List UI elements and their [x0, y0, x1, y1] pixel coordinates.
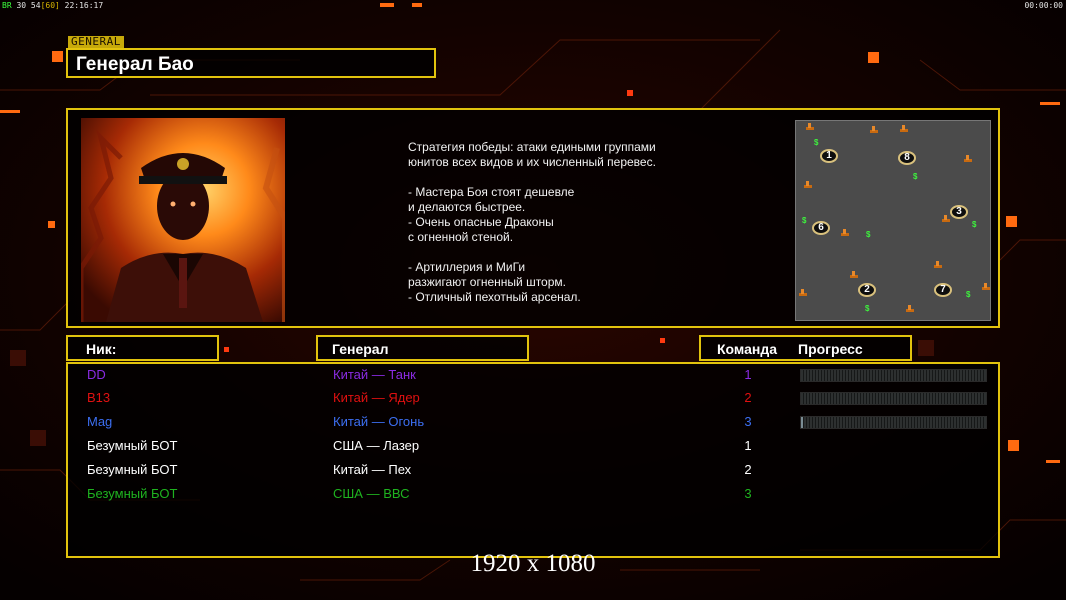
start-position[interactable]: 3: [950, 205, 968, 219]
player-general: США — Лазер: [333, 438, 420, 453]
player-nick: DD: [87, 367, 106, 382]
player-row[interactable]: Mag Китай — Огонь 3: [68, 412, 998, 432]
player-row[interactable]: DD Китай — Танк 1: [68, 365, 998, 385]
oil-derrick-icon: [870, 126, 878, 133]
general-description: Стратегия победы: атаки едиными группами…: [408, 140, 656, 304]
oil-derrick-icon: [900, 125, 908, 132]
loading-progress-bar: [800, 392, 987, 405]
general-tag: GENERAL: [68, 36, 124, 48]
oil-derrick-icon: [982, 283, 990, 290]
start-position[interactable]: 7: [934, 283, 952, 297]
player-team: 3: [744, 414, 752, 429]
map-preview[interactable]: 1 8 3 6 2 7 $ $ $ $ $ $ $: [795, 120, 991, 321]
start-position[interactable]: 8: [898, 151, 916, 165]
oil-derrick-icon: [841, 229, 849, 236]
oil-derrick-icon: [942, 215, 950, 222]
player-row[interactable]: Безумный БОТ США — ВВС 3: [68, 484, 998, 504]
supply-cash-icon: $: [966, 290, 971, 299]
loading-progress-bar: [800, 416, 987, 429]
player-nick: Безумный БОТ: [87, 462, 178, 477]
player-team: 3: [744, 486, 752, 501]
player-team: 1: [744, 438, 752, 453]
oil-derrick-icon: [964, 155, 972, 162]
column-header-general: Генерал: [316, 335, 529, 361]
player-team: 1: [744, 367, 752, 382]
player-general: Китай — Танк: [333, 367, 416, 382]
column-header-progress: Прогресс: [798, 341, 863, 357]
player-general: США — ВВС: [333, 486, 410, 501]
resolution-label: 1920 x 1080: [470, 550, 596, 577]
player-team: 2: [744, 462, 752, 477]
column-header-team-progress: Команда Прогресс: [699, 335, 912, 361]
oil-derrick-icon: [906, 305, 914, 312]
player-nick: B13: [87, 390, 111, 405]
start-position[interactable]: 6: [812, 221, 830, 235]
game-timer: 00:00:00: [1024, 1, 1063, 10]
supply-cash-icon: $: [802, 216, 807, 225]
supply-cash-icon: $: [814, 138, 819, 147]
player-row[interactable]: Безумный БОТ США — Лазер 1: [68, 436, 998, 456]
player-row[interactable]: B13 Китай — Ядер 2: [68, 388, 998, 408]
supply-cash-icon: $: [913, 172, 918, 181]
player-row[interactable]: Безумный БОТ Китай — Пех 2: [68, 460, 998, 480]
loading-progress-fill: [801, 417, 803, 428]
player-general: Китай — Пех: [333, 462, 412, 477]
general-name: Генерал Бао: [76, 54, 194, 75]
start-position[interactable]: 1: [820, 149, 838, 163]
players-list: DD Китай — Танк 1 B13 Китай — Ядер 2 Mag…: [66, 362, 1000, 558]
supply-cash-icon: $: [866, 230, 871, 239]
oil-derrick-icon: [799, 289, 807, 296]
oil-derrick-icon: [804, 181, 812, 188]
oil-derrick-icon: [850, 271, 858, 278]
column-header-team: Команда: [717, 341, 777, 357]
loading-progress-bar: [800, 369, 987, 382]
player-general: Китай — Огонь: [333, 414, 425, 429]
column-header-nick: Ник:: [66, 335, 219, 361]
player-nick: Mag: [87, 414, 113, 429]
general-portrait: [81, 118, 285, 322]
player-nick: Безумный БОТ: [87, 438, 178, 453]
general-title-box: Генерал Бао: [66, 48, 436, 78]
fps-counter: BR 30 54[60] 22:16:17: [2, 1, 104, 10]
player-general: Китай — Ядер: [333, 390, 420, 405]
oil-derrick-icon: [806, 123, 814, 130]
player-nick: Безумный БОТ: [87, 486, 178, 501]
supply-cash-icon: $: [972, 220, 977, 229]
oil-derrick-icon: [934, 261, 942, 268]
general-info-panel: Стратегия победы: атаки едиными группами…: [66, 108, 1000, 328]
player-team: 2: [744, 390, 752, 405]
start-position[interactable]: 2: [858, 283, 876, 297]
supply-cash-icon: $: [865, 304, 870, 313]
